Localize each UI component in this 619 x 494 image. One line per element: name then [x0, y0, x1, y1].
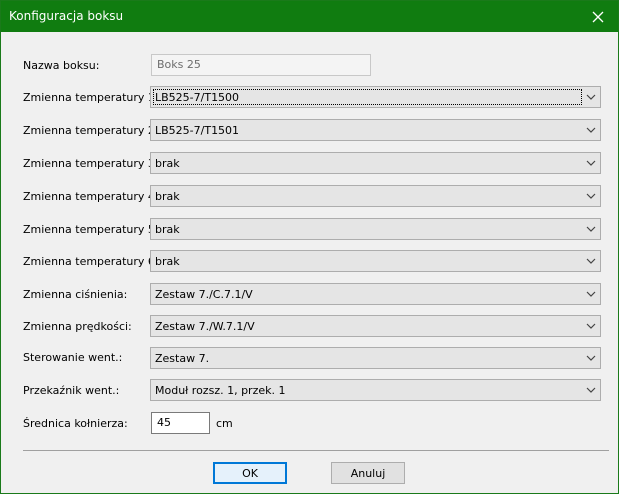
chevron-down-icon [586, 160, 596, 166]
temp-var-3-label: Zmienna temperatury 3: [23, 157, 159, 170]
dialog-window: Konfiguracja boksu Nazwa boksu: Boks 25 … [0, 0, 619, 494]
temp-var-4-value: brak [155, 190, 180, 203]
temp-var-1-label: Zmienna temperatury 1: [23, 91, 159, 104]
temp-var-4-select[interactable]: brak [150, 185, 601, 207]
speed-var-select[interactable]: Zestaw 7./W.7.1/V [150, 315, 601, 337]
fan-control-select[interactable]: Zestaw 7. [150, 347, 601, 369]
chevron-down-icon [586, 258, 596, 264]
chevron-down-icon [586, 323, 596, 329]
temp-var-3-select[interactable]: brak [150, 152, 601, 174]
chevron-down-icon [586, 226, 596, 232]
temp-var-2-select[interactable]: LB525-7/T1501 [150, 119, 601, 141]
chevron-down-icon [586, 291, 596, 297]
close-button[interactable] [578, 1, 618, 32]
temp-var-6-value: brak [155, 255, 180, 268]
fan-relay-value: Moduł rozsz. 1, przek. 1 [155, 384, 286, 397]
fan-control-label: Sterowanie went.: [23, 351, 123, 364]
close-icon [592, 11, 604, 22]
divider [23, 450, 609, 451]
temp-var-5-label: Zmienna temperatury 5: [23, 223, 159, 236]
temp-var-3-value: brak [155, 157, 180, 170]
temp-var-2-value: LB525-7/T1501 [155, 124, 240, 137]
pressure-var-value: Zestaw 7./C.7.1/V [155, 288, 253, 301]
pressure-var-select[interactable]: Zestaw 7./C.7.1/V [150, 283, 601, 305]
temp-var-1-select[interactable]: LB525-7/T1500 [150, 86, 601, 108]
box-name-label: Nazwa boksu: [23, 59, 100, 72]
chevron-down-icon [586, 193, 596, 199]
pressure-var-label: Zmienna ciśnienia: [23, 288, 128, 301]
dialog-title: Konfiguracja boksu [9, 9, 124, 23]
speed-var-value: Zestaw 7./W.7.1/V [155, 320, 255, 333]
diameter-unit: cm [216, 417, 233, 430]
chevron-down-icon [586, 127, 596, 133]
ok-button[interactable]: OK [213, 462, 287, 484]
chevron-down-icon [586, 94, 596, 100]
temp-var-2-label: Zmienna temperatury 2: [23, 124, 159, 137]
chevron-down-icon [586, 355, 596, 361]
chevron-down-icon [586, 387, 596, 393]
temp-var-6-select[interactable]: brak [150, 250, 601, 272]
box-name-field: Boks 25 [151, 54, 371, 76]
title-bar: Konfiguracja boksu [1, 1, 618, 32]
temp-var-5-select[interactable]: brak [150, 218, 601, 240]
temp-var-6-label: Zmienna temperatury 6: [23, 255, 159, 268]
cancel-button[interactable]: Anuluj [331, 462, 405, 484]
fan-control-value: Zestaw 7. [155, 352, 210, 365]
flange-diameter-input[interactable]: 45 [151, 412, 210, 434]
flange-diameter-label: Średnica kołnierza: [23, 417, 128, 430]
fan-relay-label: Przekaźnik went.: [23, 384, 120, 397]
fan-relay-select[interactable]: Moduł rozsz. 1, przek. 1 [150, 379, 601, 401]
speed-var-label: Zmienna prędkości: [23, 320, 132, 333]
temp-var-1-value: LB525-7/T1500 [155, 91, 240, 104]
temp-var-5-value: brak [155, 223, 180, 236]
temp-var-4-label: Zmienna temperatury 4: [23, 190, 159, 203]
